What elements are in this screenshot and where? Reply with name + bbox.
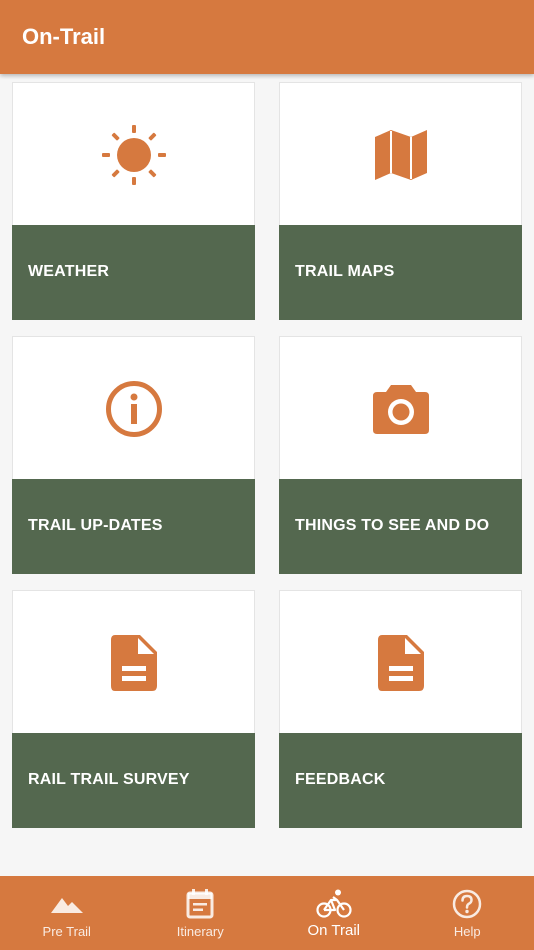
sun-icon — [101, 124, 166, 185]
nav-label: On Trail — [307, 922, 360, 939]
tile-label-area: WEATHER — [12, 225, 255, 320]
bottom-navigation: Pre Trail Itinerary On Trail Help — [0, 876, 534, 950]
tile-label-area: THINGS TO SEE AND DO — [279, 479, 522, 574]
camera-icon — [372, 384, 429, 434]
tile-label-area: TRAIL MAPS — [279, 225, 522, 320]
info-icon — [105, 380, 162, 437]
tile-rail-trail-survey[interactable]: RAIL TRAIL SURVEY — [12, 590, 255, 828]
tile-label-area: TRAIL UP-DATES — [12, 479, 255, 574]
tile-label: THINGS TO SEE AND DO — [295, 517, 490, 534]
nav-label: Itinerary — [176, 924, 224, 939]
document-icon — [377, 634, 424, 691]
nav-on-trail[interactable]: On Trail — [267, 876, 401, 950]
tile-label: FEEDBACK — [295, 771, 386, 788]
map-icon — [374, 129, 427, 180]
help-circle-icon — [453, 889, 482, 919]
tile-label-area: RAIL TRAIL SURVEY — [12, 733, 255, 828]
nav-itinerary[interactable]: Itinerary — [134, 876, 268, 950]
nav-help[interactable]: Help — [401, 876, 534, 950]
mountain-icon — [50, 898, 83, 913]
tile-weather[interactable]: WEATHER — [12, 82, 255, 320]
app-bar: On-Trail — [0, 0, 534, 74]
tile-label: TRAIL MAPS — [295, 263, 395, 280]
calendar-icon — [186, 889, 214, 919]
nav-pre-trail[interactable]: Pre Trail — [0, 876, 134, 950]
document-icon — [110, 634, 157, 691]
tile-trail-updates[interactable]: TRAIL UP-DATES — [12, 336, 255, 574]
page-title: On-Trail — [22, 24, 106, 49]
tile-things-to-see-and-do[interactable]: THINGS TO SEE AND DO — [279, 336, 522, 574]
nav-label: Help — [453, 924, 481, 939]
tile-label-area: FEEDBACK — [279, 733, 522, 828]
bicycle-icon — [316, 889, 352, 918]
tile-feedback[interactable]: FEEDBACK — [279, 590, 522, 828]
tile-label: TRAIL UP-DATES — [28, 517, 163, 534]
tile-label: WEATHER — [28, 263, 110, 280]
tile-trail-maps[interactable]: TRAIL MAPS — [279, 82, 522, 320]
nav-label: Pre Trail — [42, 924, 91, 939]
tile-label: RAIL TRAIL SURVEY — [28, 771, 190, 788]
